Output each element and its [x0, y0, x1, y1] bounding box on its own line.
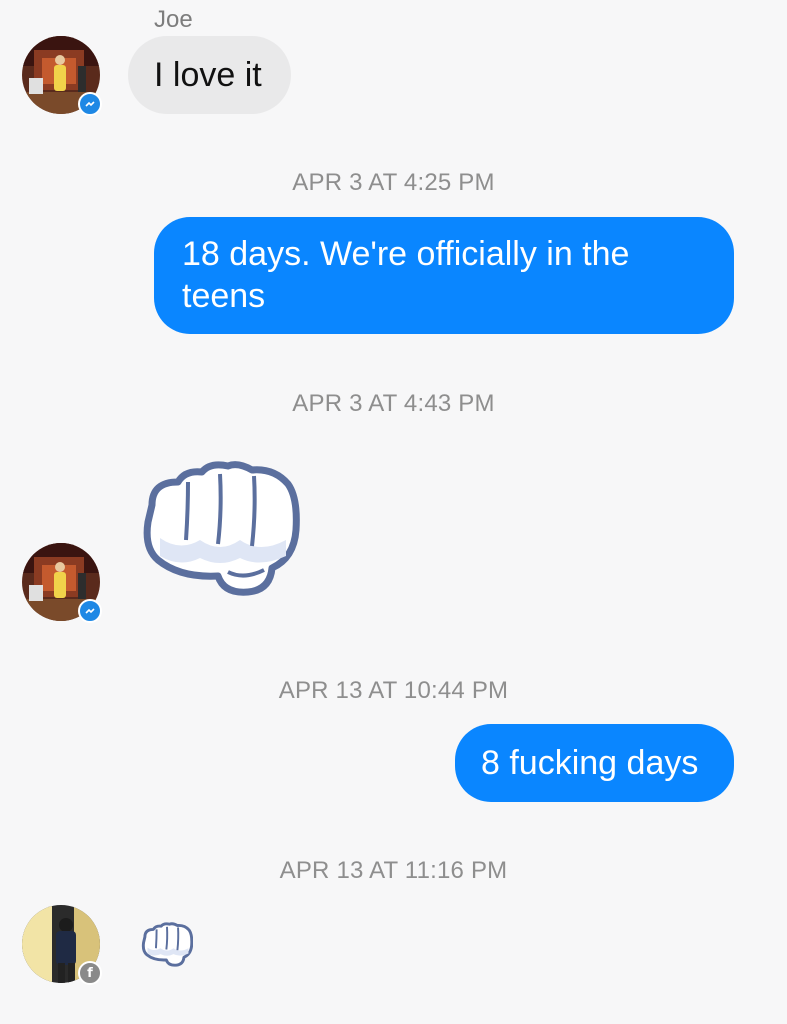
incoming-message-bubble[interactable]: I love it: [128, 36, 291, 114]
avatar[interactable]: f: [22, 905, 102, 985]
facebook-icon: f: [78, 961, 102, 985]
avatar[interactable]: [22, 36, 102, 116]
messenger-icon: [78, 92, 102, 116]
fist-bump-sticker-small[interactable]: [141, 922, 194, 973]
timestamp: APR 13 AT 10:44 PM: [278, 677, 509, 704]
timestamp: APR 3 AT 4:25 PM: [292, 169, 495, 196]
sender-name: Joe: [154, 6, 193, 33]
message-text: I love it: [154, 56, 262, 94]
timestamp: APR 13 AT 11:16 PM: [279, 857, 508, 884]
fist-bump-sticker[interactable]: [140, 460, 300, 605]
timestamp: APR 3 AT 4:43 PM: [292, 390, 495, 417]
avatar[interactable]: [22, 543, 102, 623]
outgoing-message-bubble[interactable]: 18 days. We're officially in the teens: [154, 217, 734, 334]
message-text: 18 days. We're officially in the teens: [182, 235, 630, 315]
outgoing-message-bubble[interactable]: 8 fucking days: [455, 724, 734, 802]
message-text: 8 fucking days: [481, 744, 699, 782]
messenger-icon: [78, 599, 102, 623]
